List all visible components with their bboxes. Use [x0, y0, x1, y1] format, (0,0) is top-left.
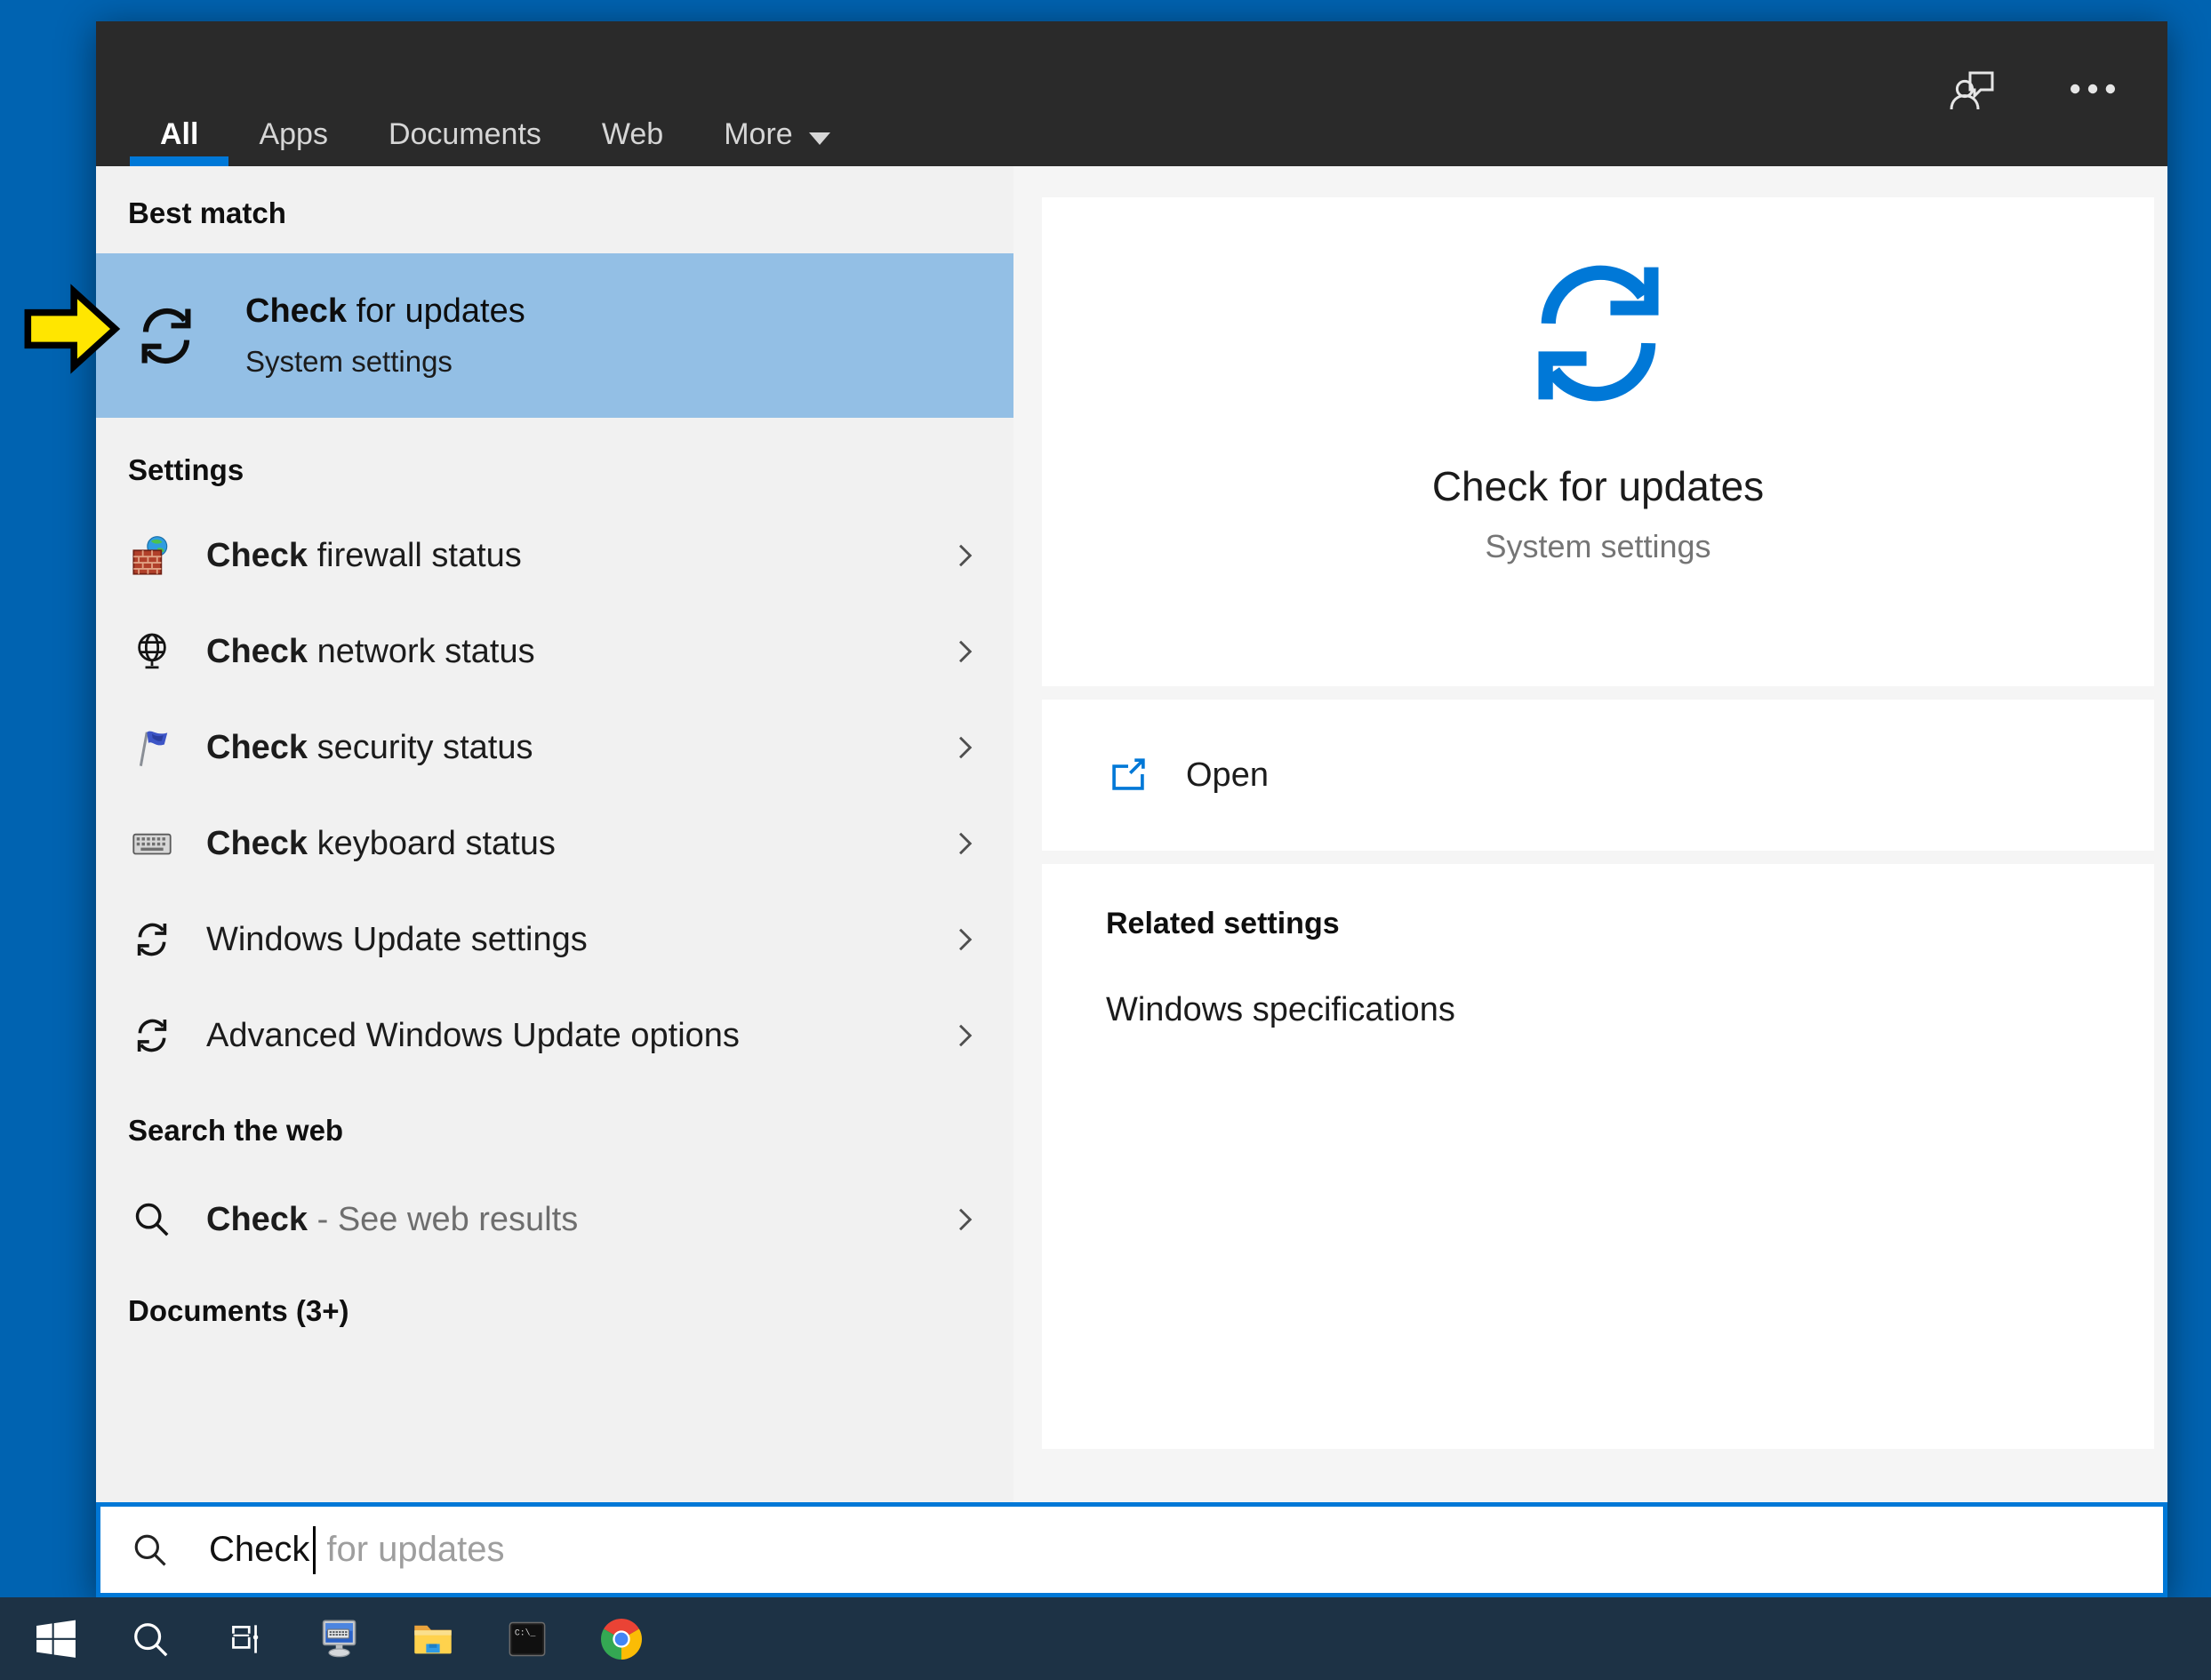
result-check-network-status[interactable]: Check network status	[96, 604, 1013, 700]
tab-more-label: More	[724, 117, 793, 151]
related-settings-card: Related settings Windows specifications	[1042, 864, 2154, 1449]
preview-subtitle: System settings	[1485, 528, 1711, 564]
tab-documents-label: Documents	[388, 117, 541, 151]
user-feedback-icon[interactable]	[1946, 64, 1998, 114]
best-match-subtitle: System settings	[245, 345, 453, 378]
preview-title: Check for updates	[1431, 463, 1765, 509]
search-flyout-window: All Apps Documents Web More Best match C…	[96, 21, 2167, 1597]
tab-apps[interactable]: Apps	[228, 21, 358, 166]
related-item-windows-specifications[interactable]: Windows specifications	[1106, 991, 2154, 1029]
desktop: All Apps Documents Web More Best match C…	[0, 0, 2211, 1680]
best-match-title: Check for updates	[245, 292, 525, 330]
active-tab-underline	[130, 156, 229, 166]
chevron-right-icon[interactable]	[951, 1016, 978, 1055]
remote-desktop-app[interactable]	[292, 1597, 386, 1680]
search-web-header: Search the web	[128, 1114, 344, 1147]
related-settings-header: Related settings	[1106, 907, 1340, 940]
chevron-right-icon[interactable]	[951, 1200, 978, 1239]
command-prompt-app[interactable]: C:\_	[480, 1597, 574, 1680]
security-flag-icon	[132, 727, 172, 768]
taskbar: C:\_	[0, 1597, 2211, 1680]
sync-icon	[132, 1015, 172, 1056]
best-match-result[interactable]: Check for updates System settings	[96, 253, 1013, 418]
tab-web[interactable]: Web	[572, 21, 693, 166]
chevron-right-icon[interactable]	[951, 632, 978, 671]
file-explorer-app[interactable]	[386, 1597, 480, 1680]
search-filter-bar: All Apps Documents Web More	[96, 21, 2167, 166]
result-advanced-windows-update-options[interactable]: Advanced Windows Update options	[96, 988, 1013, 1084]
sync-icon	[132, 919, 172, 960]
tab-apps-label: Apps	[259, 117, 328, 151]
search-input-value: Check	[209, 1530, 310, 1569]
best-match-header: Best match	[128, 196, 286, 229]
sync-icon	[1514, 249, 1683, 418]
settings-header: Settings	[128, 453, 244, 486]
tab-web-label: Web	[601, 117, 664, 151]
chevron-right-icon[interactable]	[951, 824, 978, 863]
open-action-row[interactable]: Open	[1042, 700, 2154, 851]
filter-tabs: All Apps Documents Web More	[96, 21, 861, 166]
annotation-arrow	[24, 284, 121, 374]
preview-panel: Check for updates System settings Open R…	[1013, 166, 2167, 1502]
documents-section-header[interactable]: Documents (3+)	[96, 1291, 1013, 1332]
text-caret	[313, 1525, 316, 1574]
open-external-icon	[1108, 755, 1149, 796]
svg-text:C:\_: C:\_	[515, 1628, 536, 1637]
tab-all-label: All	[160, 117, 199, 151]
search-icon	[132, 1199, 172, 1240]
chevron-right-icon[interactable]	[951, 536, 978, 575]
result-check-security-status[interactable]: Check security status	[96, 700, 1013, 796]
start-button[interactable]	[9, 1597, 103, 1680]
search-icon	[131, 1531, 170, 1570]
search-button[interactable]	[103, 1597, 197, 1680]
firewall-icon	[132, 535, 172, 576]
tab-more[interactable]: More	[693, 21, 860, 166]
open-action-label: Open	[1186, 756, 1269, 794]
search-input[interactable]: Check for updates	[96, 1502, 2167, 1597]
results-panel: Best match Check for updates System sett…	[96, 166, 1013, 1502]
preview-hero-card: Check for updates System settings	[1042, 197, 2154, 686]
network-globe-icon	[132, 631, 172, 672]
result-web-search[interactable]: Check - See web results	[96, 1172, 1013, 1268]
result-check-firewall-status[interactable]: Check firewall status	[96, 508, 1013, 604]
chevron-right-icon[interactable]	[951, 728, 978, 767]
search-suggestion-text: for updates	[326, 1530, 505, 1569]
chrome-app[interactable]	[574, 1597, 669, 1680]
ellipsis-icon[interactable]	[2067, 64, 2119, 114]
task-view-button[interactable]	[197, 1597, 292, 1680]
result-check-keyboard-status[interactable]: Check keyboard status	[96, 796, 1013, 892]
keyboard-icon	[132, 823, 172, 864]
chevron-right-icon[interactable]	[951, 920, 978, 959]
chevron-down-icon	[808, 132, 830, 145]
tab-all[interactable]: All	[130, 21, 229, 166]
sync-icon	[132, 301, 201, 371]
search-results-area: Best match Check for updates System sett…	[96, 166, 2167, 1502]
result-windows-update-settings[interactable]: Windows Update settings	[96, 892, 1013, 988]
tab-documents[interactable]: Documents	[358, 21, 572, 166]
